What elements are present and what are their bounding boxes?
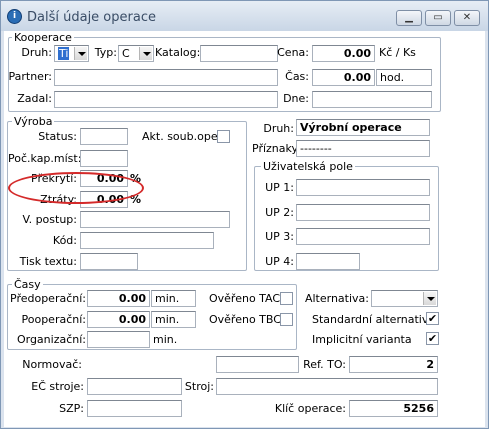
- operation-druh-field: Výrobní operace: [296, 119, 430, 136]
- minimize-icon: ▁: [405, 12, 413, 23]
- up2-input[interactable]: [296, 204, 430, 221]
- pockap-label: Poč.kap.míst:: [8, 152, 82, 165]
- cas-unit-field: hod.: [376, 69, 432, 86]
- klic-operace-field: 5256: [349, 400, 438, 417]
- overeno-tbc-label: Ověřeno TBC: [209, 313, 281, 326]
- uzivatelska-pole-title: Uživatelská pole: [261, 160, 355, 173]
- overeno-tbc-checkbox[interactable]: [280, 313, 293, 326]
- druh-select[interactable]: Ti: [54, 45, 89, 62]
- up1-input[interactable]: [296, 179, 430, 196]
- typ-label: Typ:: [94, 46, 117, 59]
- ref-to-label: Ref. TO:: [303, 358, 346, 371]
- organizacni-input[interactable]: [87, 331, 150, 348]
- vyroba-title: Výroba: [12, 115, 55, 128]
- pockap-input[interactable]: [80, 150, 128, 167]
- szp-label: SZP:: [59, 402, 84, 415]
- akt-soub-label: Akt. soub.oper.: [142, 130, 225, 143]
- maximize-button[interactable]: ▭: [425, 10, 451, 26]
- tisk-textu-label: Tisk textu:: [19, 255, 77, 268]
- casy-title: Časy: [12, 278, 43, 291]
- title-bar[interactable]: i Další údaje operace ▁ ▭ ✕: [1, 1, 488, 31]
- cena-label: Cena:: [277, 46, 309, 59]
- pooperacni-label: Pooperační:: [21, 313, 87, 326]
- pooperacni-input[interactable]: 0.00: [87, 311, 150, 328]
- tisk-textu-input[interactable]: [80, 253, 138, 270]
- klic-operace-label: Klíč operace:: [274, 402, 346, 415]
- cena-input[interactable]: 0.00: [312, 45, 375, 62]
- kod-input[interactable]: [80, 232, 214, 249]
- cas-input[interactable]: 0.00: [312, 69, 375, 86]
- typ-select-value: C: [122, 47, 130, 60]
- normovac-input[interactable]: [216, 356, 299, 373]
- cena-unit: Kč / Ks: [379, 46, 416, 59]
- typ-select[interactable]: C: [118, 45, 154, 62]
- predoperacni-unit: min.: [151, 290, 196, 307]
- up4-input[interactable]: [296, 253, 360, 270]
- vpostup-label: V. postup:: [22, 213, 77, 226]
- predoperacni-label: Předoperační:: [10, 292, 86, 305]
- status-input[interactable]: [80, 128, 128, 145]
- alternativa-label: Alternativa:: [304, 292, 369, 305]
- overeno-tac-label: Ověřeno TAC: [209, 292, 281, 305]
- cas-label: Čas:: [285, 70, 309, 83]
- ec-stroje-label: EČ stroje:: [31, 380, 84, 393]
- minimize-button[interactable]: ▁: [396, 10, 422, 26]
- dialog-window: i Další údaje operace ▁ ▭ ✕ Kooperace Dr…: [0, 0, 489, 429]
- kod-label: Kód:: [52, 234, 77, 247]
- highlight-ring: [8, 172, 144, 204]
- vpostup-input[interactable]: [80, 211, 230, 228]
- status-label: Status:: [38, 130, 77, 143]
- normovac-label: Normovač:: [22, 358, 82, 371]
- stroj-label: Stroj:: [184, 380, 214, 393]
- maximize-icon: ▭: [433, 12, 443, 23]
- standardni-alternativa-label: Standardní alternativa: [312, 313, 436, 326]
- implicitni-varianta-checkbox[interactable]: ✔: [426, 332, 439, 345]
- druh-label: Druh:: [21, 46, 52, 59]
- kooperace-title: Kooperace: [12, 31, 74, 44]
- ref-to-field: 2: [349, 356, 438, 373]
- chevron-down-icon: [423, 292, 436, 305]
- chevron-down-icon: [74, 47, 87, 60]
- organizacni-unit: min.: [153, 333, 178, 346]
- ec-stroje-input[interactable]: [87, 378, 182, 395]
- pooperacni-unit: min.: [151, 311, 196, 328]
- dne-label: Dne:: [283, 92, 309, 105]
- stroj-input[interactable]: [216, 378, 438, 395]
- katalog-input[interactable]: [200, 45, 278, 62]
- zadal-input[interactable]: [54, 91, 278, 108]
- up3-input[interactable]: [296, 228, 430, 245]
- overeno-tac-checkbox[interactable]: [280, 292, 293, 305]
- zadal-label: Zadal:: [17, 92, 52, 105]
- katalog-label: Katalog:: [155, 46, 201, 59]
- predoperacni-input[interactable]: 0.00: [87, 290, 150, 307]
- dne-input[interactable]: [312, 91, 432, 108]
- close-button[interactable]: ✕: [454, 10, 480, 26]
- close-icon: ✕: [462, 12, 472, 23]
- up4-label: UP 4:: [265, 255, 294, 268]
- info-icon: i: [7, 9, 22, 24]
- alternativa-select[interactable]: [371, 290, 438, 307]
- dialog-content: Kooperace Druh: Ti Typ: C Katalog: Cena:…: [4, 31, 485, 427]
- up3-label: UP 3:: [265, 230, 294, 243]
- standardni-alternativa-checkbox[interactable]: ✔: [426, 312, 439, 325]
- priznaky-field: --------: [296, 140, 430, 157]
- partner-input[interactable]: [54, 69, 278, 86]
- implicitni-varianta-label: Implicitní varianta: [312, 333, 412, 346]
- partner-label: Partner:: [8, 70, 53, 83]
- operation-druh-label: Druh:: [263, 122, 294, 135]
- priznaky-label: Příznaky:: [252, 142, 301, 155]
- szp-input[interactable]: [87, 400, 182, 417]
- druh-select-value: Ti: [58, 47, 70, 60]
- akt-soub-checkbox[interactable]: [217, 130, 230, 143]
- organizacni-label: Organizační:: [16, 333, 86, 346]
- window-title: Další údaje operace: [27, 10, 156, 25]
- up1-label: UP 1:: [265, 181, 294, 194]
- up2-label: UP 2:: [265, 206, 294, 219]
- chevron-down-icon: [139, 47, 152, 60]
